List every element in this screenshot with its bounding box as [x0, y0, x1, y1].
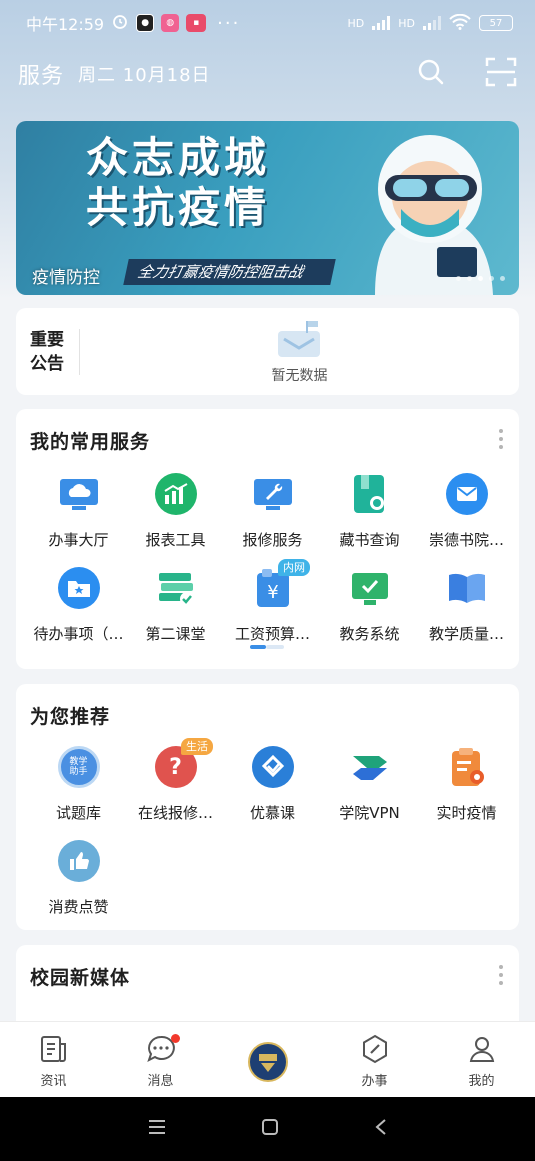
- mail-icon: [445, 473, 488, 515]
- nav-item-home[interactable]: [214, 1022, 321, 1097]
- monitor-cloud-icon: [58, 473, 100, 515]
- banner-caption: 疫情防控: [32, 268, 100, 288]
- nav-item-services[interactable]: 办事: [321, 1022, 428, 1097]
- umooc-icon: [251, 746, 294, 788]
- section-title: 我的常用服务: [30, 431, 151, 453]
- app-notification-icon-2: ◍: [161, 14, 180, 32]
- empty-mailbox-icon: [277, 320, 320, 357]
- system-navigation-bar: [0, 1097, 535, 1161]
- nav-item-messages[interactable]: 消息: [107, 1022, 214, 1097]
- service-item-academic-system[interactable]: 教务系统: [321, 563, 418, 657]
- common-services-card: 我的常用服务 办事大厅 报表工具 报修服务 藏书查询 崇德书院… 待办事项（… …: [16, 409, 519, 669]
- service-item-chongde[interactable]: 崇德书院…: [418, 469, 515, 563]
- network-type-2: HD: [398, 16, 415, 30]
- scan-icon[interactable]: [485, 57, 517, 91]
- search-icon[interactable]: [417, 58, 445, 90]
- recommend-item-umooc[interactable]: 优慕课: [224, 742, 321, 836]
- app-notification-icon-3: ▪: [186, 14, 207, 32]
- user-icon: [469, 1037, 494, 1062]
- vpn-icon: [349, 746, 391, 788]
- banner-carousel[interactable]: 众志成城 共抗疫情 全力打赢疫情防控阻击战 疫情防控: [16, 121, 519, 295]
- compass-icon: [362, 1034, 387, 1064]
- network-type-1: HD: [347, 16, 365, 30]
- recommend-item-question-bank[interactable]: 教学 助手 试题库: [30, 742, 127, 836]
- header-date: 周二 10月18日: [78, 65, 211, 86]
- nav-item-news[interactable]: 资讯: [0, 1022, 107, 1097]
- services-page-indicator: [250, 645, 284, 649]
- more-options-icon[interactable]: [499, 965, 503, 985]
- recommend-item-online-repair[interactable]: ? 生活 在线报修…: [127, 738, 224, 836]
- doctor-illustration-icon: [375, 135, 493, 295]
- folder-star-icon: [57, 567, 100, 609]
- news-icon: [40, 1036, 66, 1062]
- clipboard-virus-icon: [446, 746, 488, 788]
- notice-label: 重要 公告: [16, 328, 80, 375]
- intranet-tag: 内网: [278, 559, 310, 576]
- service-item-library-search[interactable]: 藏书查询: [321, 469, 418, 563]
- carousel-indicator: [456, 276, 505, 281]
- service-item-office-hall[interactable]: 办事大厅: [30, 469, 127, 563]
- alarm-icon: [111, 12, 129, 34]
- app-notification-icon: ●: [136, 14, 155, 32]
- books-check-icon: [155, 567, 197, 609]
- section-title: 校园新媒体: [30, 967, 131, 989]
- notice-empty-state: 暂无数据: [80, 319, 519, 385]
- banner-subtitle: 全力打赢疫情防控阻击战: [123, 259, 336, 285]
- unread-badge: [171, 1034, 180, 1043]
- home-icon[interactable]: [261, 1118, 279, 1140]
- more-options-icon[interactable]: [499, 429, 503, 449]
- recommend-item-vpn[interactable]: 学院VPN: [321, 742, 418, 836]
- service-item-repair[interactable]: 报修服务: [224, 469, 321, 563]
- page-title: 服务: [18, 64, 65, 89]
- svg-text:¥: ¥: [267, 582, 278, 603]
- status-time: 中午12:59: [26, 15, 105, 34]
- thumbs-up-icon: [57, 840, 100, 882]
- back-icon[interactable]: [374, 1118, 388, 1140]
- signal-icon-2: [423, 16, 441, 30]
- signal-icon-1: [372, 16, 391, 30]
- recommend-item-consumption-like[interactable]: 消费点赞: [30, 836, 127, 930]
- open-book-icon: [446, 567, 488, 609]
- status-bar: 中午12:59 ● ◍ ▪ ··· HD HD 57: [0, 0, 535, 46]
- teaching-assistant-icon: 教学 助手: [57, 746, 100, 788]
- section-title: 为您推荐: [30, 706, 111, 728]
- screen-check-icon: [349, 567, 391, 609]
- nav-item-profile[interactable]: 我的: [428, 1022, 535, 1097]
- book-search-icon: [349, 473, 391, 515]
- app-header: 服务 周二 10月18日: [0, 52, 535, 96]
- wifi-icon: [449, 13, 471, 33]
- recommend-item-epidemic[interactable]: 实时疫情: [418, 742, 515, 836]
- life-tag: 生活: [181, 738, 213, 755]
- service-item-salary-budget[interactable]: ¥ 内网 工资预算…: [224, 559, 321, 657]
- menu-icon[interactable]: [148, 1119, 166, 1139]
- recommend-card: 为您推荐 教学 助手 试题库 ? 生活 在线报修… 优慕课 学院VPN 实时疫情…: [16, 684, 519, 930]
- banner-title: 众志成城 共抗疫情: [86, 133, 271, 232]
- notice-card[interactable]: 重要 公告 暂无数据: [16, 308, 519, 395]
- more-notifications-icon: ···: [217, 12, 241, 34]
- service-item-teaching-quality[interactable]: 教学质量…: [418, 563, 515, 657]
- chart-icon: [154, 473, 197, 515]
- monitor-wrench-icon: [252, 473, 294, 515]
- school-logo-icon: [247, 1042, 288, 1082]
- service-item-todo[interactable]: 待办事项（…: [30, 563, 127, 657]
- bottom-navigation: 资讯 消息 办事 我的: [0, 1021, 535, 1097]
- notice-empty-text: 暂无数据: [271, 367, 328, 384]
- battery-icon: 57: [479, 15, 513, 31]
- service-item-report-tool[interactable]: 报表工具: [127, 469, 224, 563]
- service-item-second-class[interactable]: 第二课堂: [127, 563, 224, 657]
